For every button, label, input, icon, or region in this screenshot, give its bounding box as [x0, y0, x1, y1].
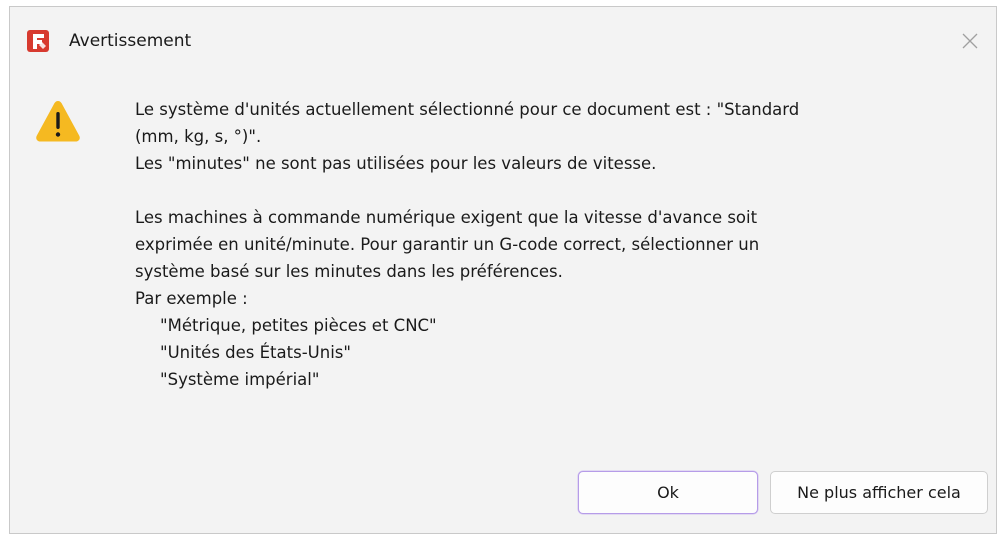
example-item: "Unités des États-Unis": [160, 343, 351, 362]
message-text: Le système d'unités actuellement sélecti…: [135, 96, 985, 393]
message-line: (mm, kg, s, °)".: [135, 127, 262, 146]
message-line: exprimée en unité/minute. Pour garantir …: [135, 235, 760, 254]
close-icon: [962, 33, 978, 49]
example-item: "Système impérial": [160, 370, 320, 389]
message-line: Les "minutes" ne sont pas utilisées pour…: [135, 154, 657, 173]
title-bar[interactable]: Avertissement: [10, 7, 996, 69]
warning-dialog: Avertissement Le système d'unités actuel…: [9, 6, 997, 534]
freecad-app-icon: [26, 29, 50, 53]
message-line: Les machines à commande numérique exigen…: [135, 208, 758, 227]
message-line: Le système d'unités actuellement sélecti…: [135, 100, 800, 119]
dialog-content: Le système d'unités actuellement sélecti…: [10, 69, 996, 457]
close-button[interactable]: [954, 25, 986, 57]
ok-button[interactable]: Ok: [578, 471, 758, 514]
example-item: "Métrique, petites pièces et CNC": [160, 316, 437, 335]
message-line: Par exemple :: [135, 289, 248, 308]
warning-icon: [34, 97, 82, 145]
button-bar: Ok Ne plus afficher cela: [10, 457, 996, 533]
message-line: système basé sur les minutes dans les pr…: [135, 262, 563, 281]
dont-show-again-button[interactable]: Ne plus afficher cela: [770, 471, 988, 514]
window-title: Avertissement: [69, 31, 192, 51]
